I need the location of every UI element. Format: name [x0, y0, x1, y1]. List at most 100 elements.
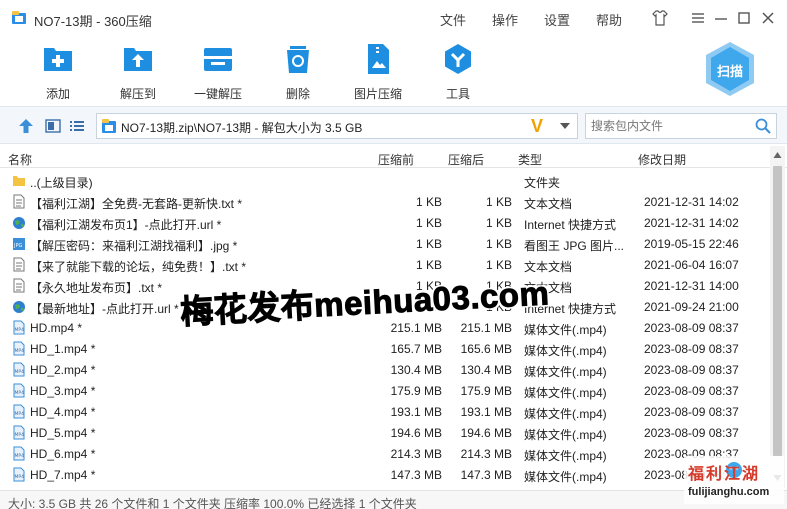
- status-bar: 大小: 3.5 GB 共 26 个文件和 1 个文件夹 压缩率 100.0% 已…: [0, 490, 787, 509]
- list-item[interactable]: MP4 HD_1.mp4 * 165.7 MB 165.6 MB 媒体文件(.m…: [0, 338, 770, 359]
- tools-button[interactable]: 工具: [423, 42, 493, 102]
- file-name: HD_7.mp4 *: [30, 468, 96, 482]
- menu-list-icon[interactable]: [688, 8, 708, 28]
- file-type: 文件夹: [524, 176, 561, 190]
- compressed-size: 215.1 MB: [390, 321, 442, 335]
- svg-text:MP4: MP4: [15, 474, 25, 480]
- file-date: 2021-09-24 21:00: [644, 300, 739, 314]
- compressed-size: 194.6 MB: [390, 426, 442, 440]
- svg-text:MP4: MP4: [15, 411, 25, 417]
- list-view-icon[interactable]: [68, 117, 86, 135]
- list-item[interactable]: MP4 HD_6.mp4 * 214.3 MB 214.3 MB 媒体文件(.m…: [0, 443, 770, 464]
- list-item[interactable]: 【来了就能下载的论坛，纯免费！】.txt * 1 KB 1 KB 文本文档 20…: [0, 254, 770, 275]
- column-compressed[interactable]: 压缩前: [378, 151, 414, 168]
- file-date: 2023-08-09 08:37: [644, 342, 739, 356]
- menu-settings[interactable]: 设置: [544, 10, 570, 29]
- file-date: 2021-12-31 14:02: [644, 195, 739, 209]
- compressed-size: 175.9 MB: [390, 384, 442, 398]
- list-item[interactable]: MP4 HD_4.mp4 * 193.1 MB 193.1 MB 媒体文件(.m…: [0, 401, 770, 422]
- list-item[interactable]: MP4 HD_3.mp4 * 175.9 MB 175.9 MB 媒体文件(.m…: [0, 380, 770, 401]
- search-icon[interactable]: [755, 118, 771, 134]
- uncompressed-size: 147.3 MB: [460, 468, 512, 482]
- file-name: 【来了就能下载的论坛，纯免费！】.txt *: [30, 260, 247, 274]
- column-type[interactable]: 类型: [518, 151, 542, 168]
- toolbar: 添加 解压到 一键解压 删除 图片压缩 工具 扫描: [0, 36, 787, 104]
- menu-file[interactable]: 文件: [440, 10, 466, 29]
- vertical-scrollbar[interactable]: [770, 146, 785, 488]
- scroll-up-icon[interactable]: [773, 151, 782, 159]
- file-date: 2021-06-04 16:07: [644, 258, 739, 272]
- maximize-icon[interactable]: [734, 8, 754, 28]
- path-text: NO7-13期.zip\NO7-13期 - 解包大小为 3.5 GB: [121, 121, 363, 135]
- minimize-icon[interactable]: [711, 8, 731, 28]
- uncompressed-size: 1 KB: [485, 237, 512, 251]
- compressed-size: 147.3 MB: [390, 468, 442, 482]
- list-item[interactable]: 【福利江湖发布页1】-点此打开.url * 1 KB 1 KB Internet…: [0, 212, 770, 233]
- close-icon[interactable]: [758, 8, 778, 28]
- list-item[interactable]: MP4 HD_5.mp4 * 194.6 MB 194.6 MB 媒体文件(.m…: [0, 422, 770, 443]
- compressed-size: 165.7 MB: [390, 342, 442, 356]
- file-name: 【福利江湖发布页1】-点此打开.url *: [30, 218, 222, 232]
- list-item[interactable]: ..(上级目录) 文件夹: [0, 170, 770, 191]
- up-arrow-icon[interactable]: [17, 117, 35, 135]
- add-label: 添加: [45, 87, 70, 101]
- file-type: 文本文档: [524, 197, 573, 211]
- list-item[interactable]: MP4 HD_7.mp4 * 147.3 MB 147.3 MB 媒体文件(.m…: [0, 464, 770, 485]
- add-icon: [44, 48, 72, 71]
- search-box: [585, 113, 777, 139]
- column-uncompressed[interactable]: 压缩后: [448, 151, 484, 168]
- title-bar: NO7-13期 - 360压缩 文件 操作 设置 帮助: [0, 0, 787, 36]
- list-item[interactable]: MP4 HD_2.mp4 * 130.4 MB 130.4 MB 媒体文件(.m…: [0, 359, 770, 380]
- file-name: HD_6.mp4 *: [30, 447, 96, 461]
- image-compress-icon: [368, 44, 389, 74]
- list-item[interactable]: 【福利江湖】全免费-无套路-更新快.txt * 1 KB 1 KB 文本文档 2…: [0, 191, 770, 212]
- uncompressed-size: 194.6 MB: [460, 426, 512, 440]
- menu-operation[interactable]: 操作: [492, 10, 518, 29]
- image-compress-button[interactable]: 图片压缩: [343, 42, 413, 102]
- file-date: 2023-08-09 08:37: [644, 321, 739, 335]
- compressed-size: 193.1 MB: [390, 405, 442, 419]
- one-click-extract-button[interactable]: 一键解压: [183, 42, 253, 102]
- scrollbar-thumb[interactable]: [773, 166, 782, 456]
- delete-button[interactable]: 删除: [263, 42, 333, 102]
- uncompressed-size: 214.3 MB: [460, 447, 512, 461]
- file-name: 【最新地址】-点此打开.url *: [30, 302, 179, 316]
- uncompressed-size: 165.6 MB: [460, 342, 512, 356]
- column-modified[interactable]: 修改日期: [638, 151, 686, 168]
- file-name: HD_3.mp4 *: [30, 384, 96, 398]
- compressed-size: 130.4 MB: [390, 363, 442, 377]
- scan-button[interactable]: 扫描: [704, 40, 756, 98]
- path-field[interactable]: NO7-13期.zip\NO7-13期 - 解包大小为 3.5 GB V: [96, 113, 578, 139]
- uncompressed-size: 1 KB: [485, 195, 512, 209]
- thumbnail-view-icon[interactable]: [44, 117, 62, 135]
- svg-text:MP4: MP4: [15, 453, 25, 459]
- delete-icon: [287, 46, 309, 73]
- list-item[interactable]: JPG 【解压密码：来福利江湖找福利】.jpg * 1 KB 1 KB 看图王 …: [0, 233, 770, 254]
- column-header: 名称 压缩前 压缩后 类型 修改日期: [0, 146, 787, 168]
- file-name: HD_5.mp4 *: [30, 426, 96, 440]
- menu-help[interactable]: 帮助: [596, 10, 622, 29]
- mp4-file-icon: MP4: [13, 341, 25, 356]
- status-text: 大小: 3.5 GB 共 26 个文件和 1 个文件夹 压缩率 100.0% 已…: [8, 497, 417, 509]
- svg-text:JPG: JPG: [13, 243, 22, 249]
- chevron-down-icon[interactable]: [559, 120, 571, 132]
- uncompressed-size: 130.4 MB: [460, 363, 512, 377]
- file-name: 【福利江湖】全免费-无套路-更新快.txt *: [30, 197, 242, 211]
- search-input[interactable]: [586, 114, 750, 138]
- v-brand-icon[interactable]: V: [531, 116, 543, 137]
- file-type: 媒体文件(.mp4): [524, 470, 607, 484]
- delete-label: 删除: [285, 87, 310, 101]
- column-name[interactable]: 名称: [8, 151, 32, 168]
- extract-to-button[interactable]: 解压到: [103, 42, 173, 102]
- file-name: HD_1.mp4 *: [30, 342, 96, 356]
- uncompressed-size: 193.1 MB: [460, 405, 512, 419]
- svg-text:MP4: MP4: [15, 369, 25, 375]
- skin-shirt-icon[interactable]: [650, 8, 670, 28]
- svg-text:MP4: MP4: [15, 327, 25, 333]
- add-button[interactable]: 添加: [23, 42, 93, 102]
- svg-text:MP4: MP4: [15, 390, 25, 396]
- file-date: 2023-08-09 08:37: [644, 384, 739, 398]
- globe-icon: [13, 217, 25, 229]
- mp4-file-icon: MP4: [13, 446, 25, 461]
- image-compress-label: 图片压缩: [353, 87, 402, 101]
